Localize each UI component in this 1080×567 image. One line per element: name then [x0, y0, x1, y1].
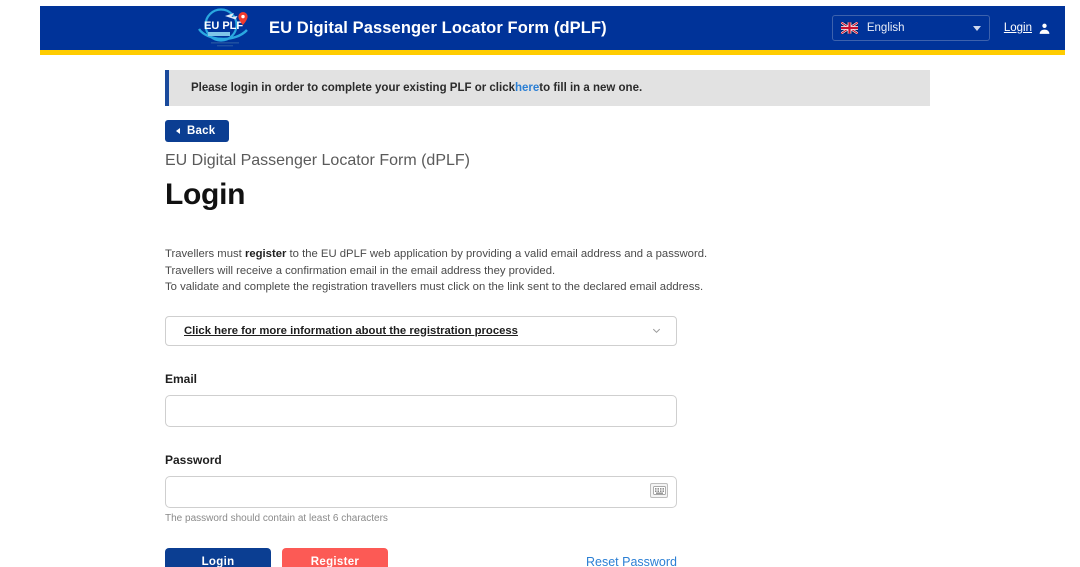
header-login-link[interactable]: Login	[1004, 22, 1051, 35]
language-selector[interactable]: English	[831, 15, 990, 41]
header-right: English Login	[831, 6, 1051, 50]
page-subtitle: EU Digital Passenger Locator Form (dPLF)	[165, 152, 470, 169]
login-button[interactable]: Login	[165, 547, 271, 567]
registration-description: Travellers must register to the EU dPLF …	[165, 246, 945, 296]
keyboard-glyph-icon	[652, 485, 666, 495]
brand[interactable]: EU PLF EU Digital Passenger Locator Form…	[195, 8, 607, 48]
header-accent-strip	[40, 50, 1065, 55]
brand-title: EU Digital Passenger Locator Form (dPLF)	[269, 18, 607, 37]
password-label: Password	[165, 452, 222, 467]
desc-register-bold: register	[244, 248, 287, 260]
alert-text-after: to fill in a new one.	[539, 82, 643, 94]
password-hint: The password should contain at least 6 c…	[165, 512, 388, 524]
register-button[interactable]: Register	[282, 547, 388, 567]
password-field-wrap	[165, 475, 677, 508]
chevron-down-icon	[652, 328, 661, 334]
back-arrow-icon	[176, 128, 180, 134]
alert-text-before: Please login in order to complete your e…	[191, 82, 515, 94]
header-bar: EU PLF EU Digital Passenger Locator Form…	[40, 6, 1065, 50]
login-notice-alert: Please login in order to complete your e…	[165, 70, 930, 106]
desc-1a: Travellers must	[165, 248, 245, 260]
uk-flag-icon	[840, 22, 858, 34]
main-content: Please login in order to complete your e…	[165, 70, 945, 567]
svg-text:EU PLF: EU PLF	[204, 20, 243, 32]
accordion-label: Click here for more information about th…	[184, 324, 518, 337]
language-label: English	[866, 22, 905, 34]
user-icon	[1039, 23, 1050, 34]
back-button[interactable]: Back	[165, 120, 230, 142]
email-label: Email	[165, 371, 198, 386]
reset-password-link[interactable]: Reset Password	[586, 555, 677, 567]
form-actions: Login Register Reset Password	[165, 547, 677, 567]
chevron-down-icon[interactable]	[972, 25, 981, 31]
alert-here-link[interactable]: here	[515, 82, 539, 94]
virtual-keyboard-icon[interactable]	[650, 482, 668, 498]
page-title: Login	[165, 178, 246, 211]
registration-info-accordion[interactable]: Click here for more information about th…	[165, 315, 677, 346]
back-button-label: Back	[187, 125, 216, 137]
password-input[interactable]	[165, 475, 677, 508]
page-root: EU PLF EU Digital Passenger Locator Form…	[0, 0, 1080, 567]
description-line-2: Travellers will receive a confirmation e…	[165, 264, 556, 277]
description-line-1: Travellers must register to the EU dPLF …	[165, 246, 945, 263]
desc-1b: to the EU dPLF web application by provid…	[286, 248, 708, 260]
eu-plf-logo-icon: EU PLF	[195, 8, 257, 48]
email-input[interactable]	[165, 394, 677, 427]
header-login-label: Login	[1003, 22, 1032, 34]
site-header: EU PLF EU Digital Passenger Locator Form…	[40, 6, 1065, 55]
description-line-3: To validate and complete the registratio…	[165, 281, 704, 293]
